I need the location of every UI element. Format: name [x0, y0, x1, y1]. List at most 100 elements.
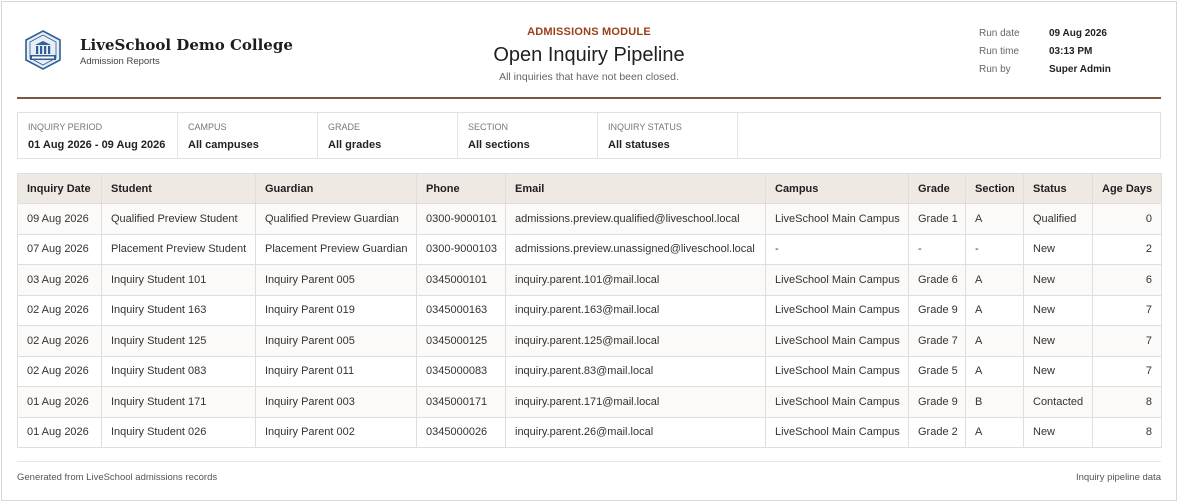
filter-value: 01 Aug 2026 - 09 Aug 2026 — [28, 139, 166, 151]
table-cell: 8 — [1092, 386, 1162, 418]
filter-label: SECTION — [468, 122, 509, 132]
table-cell: Inquiry Parent 005 — [255, 264, 417, 296]
column-header: Email — [505, 173, 766, 204]
table-cell: New — [1023, 416, 1093, 448]
filter-label: CAMPUS — [188, 122, 227, 132]
table-cell: 02 Aug 2026 — [17, 355, 102, 387]
table-cell: 01 Aug 2026 — [17, 386, 102, 418]
table-cell: Inquiry Student 163 — [101, 294, 256, 326]
filter-section: SECTION All sections — [458, 113, 598, 158]
column-header: Guardian — [255, 173, 417, 204]
column-header: Phone — [416, 173, 506, 204]
table-cell: Placement Preview Student — [101, 233, 256, 265]
table-header-row: Inquiry Date Student Guardian Phone Email Cam… — [17, 173, 1162, 204]
table-cell: LiveSchool Main Campus — [765, 355, 909, 387]
filter-grade: GRADE All grades — [318, 113, 458, 158]
table-cell: Inquiry Student 171 — [101, 386, 256, 418]
table-row: 01 Aug 2026 Inquiry Student 171 Inquiry Pa… — [17, 386, 1162, 418]
run-date-label: Run date — [979, 28, 1020, 39]
table-cell: Qualified Preview Student — [101, 203, 256, 235]
table-cell: A — [965, 325, 1024, 357]
filter-value: All sections — [468, 139, 530, 151]
table-cell: - — [965, 233, 1024, 265]
table-cell: Inquiry Student 026 — [101, 416, 256, 448]
run-time-value: 03:13 PM — [1049, 46, 1093, 57]
table-cell: 0345000125 — [416, 325, 506, 357]
run-date-value: 09 Aug 2026 — [1049, 28, 1107, 39]
table-cell: 0345000171 — [416, 386, 506, 418]
table-cell: 02 Aug 2026 — [17, 294, 102, 326]
table-row: 02 Aug 2026 Inquiry Student 083 Inquiry Pa… — [17, 355, 1162, 387]
table-cell: Inquiry Student 083 — [101, 355, 256, 387]
column-header: Section — [965, 173, 1024, 204]
table-cell: 01 Aug 2026 — [17, 416, 102, 448]
filter-summary: INQUIRY PERIOD 01 Aug 2026 - 09 Aug 2026… — [17, 112, 1161, 159]
table-cell: 8 — [1092, 416, 1162, 448]
table-cell: LiveSchool Main Campus — [765, 264, 909, 296]
table-cell: inquiry.parent.26@mail.local — [505, 416, 766, 448]
table-cell: Inquiry Student 101 — [101, 264, 256, 296]
table-cell: Grade 5 — [908, 355, 966, 387]
table-cell: 03 Aug 2026 — [17, 264, 102, 296]
table-cell: Grade 2 — [908, 416, 966, 448]
table-row: 02 Aug 2026 Inquiry Student 125 Inquiry Pa… — [17, 325, 1162, 357]
table-cell: 0345000026 — [416, 416, 506, 448]
table-cell: 09 Aug 2026 — [17, 203, 102, 235]
table-cell: 07 Aug 2026 — [17, 233, 102, 265]
table-row: 02 Aug 2026 Inquiry Student 163 Inquiry Pa… — [17, 294, 1162, 326]
table-cell: 7 — [1092, 294, 1162, 326]
table-body: 09 Aug 2026 Qualified Preview Student Qual… — [17, 203, 1162, 448]
table-cell: Grade 7 — [908, 325, 966, 357]
table-cell: LiveSchool Main Campus — [765, 386, 909, 418]
table-cell: Qualified — [1023, 203, 1093, 235]
table-row: 09 Aug 2026 Qualified Preview Student Qual… — [17, 203, 1162, 235]
table-cell: 0300-9000103 — [416, 233, 506, 265]
table-cell: admissions.preview.unassigned@liveschool… — [505, 233, 766, 265]
table-cell: A — [965, 264, 1024, 296]
table-cell: A — [965, 416, 1024, 448]
inquiry-table: Inquiry Date Student Guardian Phone Email Cam… — [17, 173, 1162, 448]
table-cell: admissions.preview.qualified@liveschool.… — [505, 203, 766, 235]
table-cell: A — [965, 355, 1024, 387]
table-cell: LiveSchool Main Campus — [765, 294, 909, 326]
table-cell: 0345000163 — [416, 294, 506, 326]
table-cell: 7 — [1092, 325, 1162, 357]
column-header: Grade — [908, 173, 966, 204]
table-cell: Contacted — [1023, 386, 1093, 418]
table-cell: 0345000101 — [416, 264, 506, 296]
table-cell: inquiry.parent.125@mail.local — [505, 325, 766, 357]
table-cell: LiveSchool Main Campus — [765, 325, 909, 357]
table-cell: New — [1023, 325, 1093, 357]
table-cell: A — [965, 203, 1024, 235]
table-cell: Qualified Preview Guardian — [255, 203, 417, 235]
table-cell: LiveSchool Main Campus — [765, 203, 909, 235]
table-cell: 0 — [1092, 203, 1162, 235]
table-cell: inquiry.parent.163@mail.local — [505, 294, 766, 326]
table-row: 07 Aug 2026 Placement Preview Student Plac… — [17, 233, 1162, 265]
table-cell: Grade 9 — [908, 386, 966, 418]
footer-divider — [17, 461, 1161, 462]
table-cell: LiveSchool Main Campus — [765, 416, 909, 448]
table-cell: 6 — [1092, 264, 1162, 296]
table-cell: New — [1023, 233, 1093, 265]
footer-source: Inquiry pipeline data — [1075, 472, 1161, 483]
column-header: Inquiry Date — [17, 173, 102, 204]
table-cell: Inquiry Student 125 — [101, 325, 256, 357]
table-cell: 0300-9000101 — [416, 203, 506, 235]
header-divider — [17, 97, 1161, 99]
column-header: Age Days — [1092, 173, 1162, 204]
table-cell: New — [1023, 264, 1093, 296]
table-cell: New — [1023, 355, 1093, 387]
filter-value: All statuses — [608, 139, 670, 151]
table-cell: - — [765, 233, 909, 265]
column-header: Status — [1023, 173, 1093, 204]
table-cell: - — [908, 233, 966, 265]
run-by-value: Super Admin — [1049, 64, 1111, 75]
table-cell: A — [965, 294, 1024, 326]
table-cell: inquiry.parent.171@mail.local — [505, 386, 766, 418]
table-cell: Grade 9 — [908, 294, 966, 326]
filter-inquiry-status: INQUIRY STATUS All statuses — [598, 113, 738, 158]
table-cell: Grade 6 — [908, 264, 966, 296]
table-cell: 2 — [1092, 233, 1162, 265]
table-cell: inquiry.parent.101@mail.local — [505, 264, 766, 296]
